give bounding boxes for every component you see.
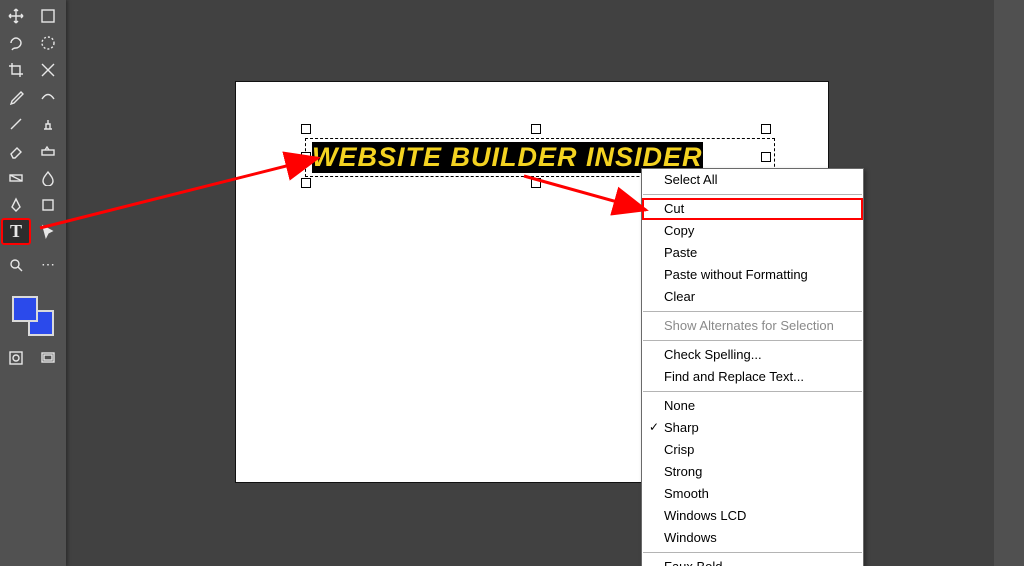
menu-separator [643, 340, 862, 341]
text-context-menu: Select All Cut Copy Paste Paste without … [641, 168, 864, 566]
ruler-tool[interactable] [34, 84, 62, 109]
menu-separator [643, 552, 862, 553]
handle-top-left[interactable] [301, 124, 311, 134]
text-tool[interactable]: T [2, 219, 30, 244]
move-tool[interactable] [2, 3, 30, 28]
handle-mid-right[interactable] [761, 152, 771, 162]
menu-find-replace[interactable]: Find and Replace Text... [642, 366, 863, 388]
menu-aa-none[interactable]: None [642, 395, 863, 417]
gradient-tool[interactable] [2, 165, 30, 190]
menu-aa-strong[interactable]: Strong [642, 461, 863, 483]
artboard-tool[interactable] [34, 3, 62, 28]
menu-paste-without-formatting[interactable]: Paste without Formatting [642, 264, 863, 286]
blur-tool[interactable] [34, 165, 62, 190]
handle-top-mid[interactable] [531, 124, 541, 134]
menu-separator [643, 194, 862, 195]
right-sidebar [994, 0, 1024, 566]
menu-aa-windows-lcd[interactable]: Windows LCD [642, 505, 863, 527]
menu-separator [643, 311, 862, 312]
path-select-tool[interactable] [34, 219, 62, 244]
handle-bot-left[interactable] [301, 178, 311, 188]
tools-panel: T ⋯ [0, 0, 66, 566]
lasso-tool[interactable] [2, 30, 30, 55]
slice-tool[interactable] [34, 57, 62, 82]
shape-tool[interactable] [34, 192, 62, 217]
menu-aa-windows[interactable]: Windows [642, 527, 863, 549]
menu-aa-smooth[interactable]: Smooth [642, 483, 863, 505]
menu-aa-crisp[interactable]: Crisp [642, 439, 863, 461]
eraser-tool[interactable] [2, 138, 30, 163]
quickmask-tool[interactable] [2, 345, 30, 370]
menu-paste[interactable]: Paste [642, 242, 863, 264]
handle-mid-left[interactable] [301, 152, 311, 162]
menu-check-spelling[interactable]: Check Spelling... [642, 344, 863, 366]
brush-tool[interactable] [2, 111, 30, 136]
menu-cut[interactable]: Cut [642, 198, 863, 220]
menu-faux-bold[interactable]: Faux Bold [642, 556, 863, 566]
menu-select-all[interactable]: Select All [642, 169, 863, 191]
menu-copy[interactable]: Copy [642, 220, 863, 242]
foreground-color-swatch[interactable] [12, 296, 38, 322]
menu-aa-sharp[interactable]: Sharp [642, 417, 863, 439]
menu-show-alternates: Show Alternates for Selection [642, 315, 863, 337]
menu-clear[interactable]: Clear [642, 286, 863, 308]
handle-top-right[interactable] [761, 124, 771, 134]
pen-tool[interactable] [2, 192, 30, 217]
menu-separator [643, 391, 862, 392]
healing-tool[interactable] [34, 138, 62, 163]
screenmode-tool[interactable] [34, 345, 62, 370]
quick-select-tool[interactable] [34, 30, 62, 55]
hand-tool[interactable]: ⋯ [34, 252, 62, 277]
zoom-tool[interactable] [2, 252, 30, 277]
eyedropper-tool[interactable] [2, 84, 30, 109]
crop-tool[interactable] [2, 57, 30, 82]
color-swatches[interactable] [2, 296, 62, 336]
text-tool-glyph: T [10, 221, 22, 242]
handle-bot-mid[interactable] [531, 178, 541, 188]
stamp-tool[interactable] [34, 111, 62, 136]
